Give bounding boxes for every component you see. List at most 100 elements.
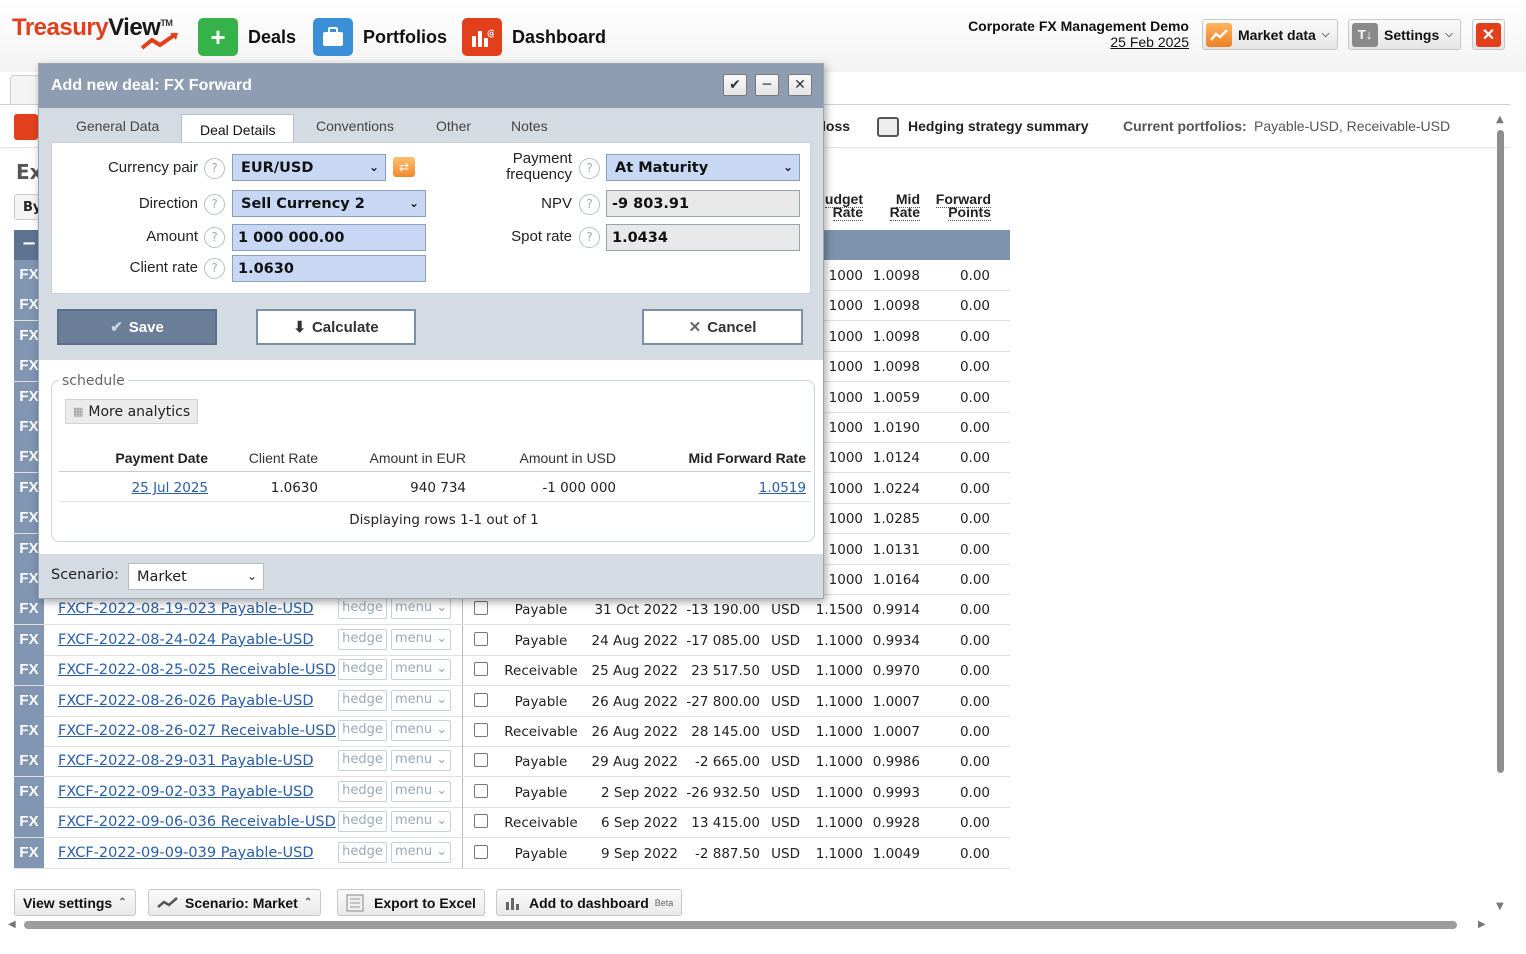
scenario-select[interactable]: Market ⌄ — [128, 563, 264, 590]
row-menu-button[interactable]: menu ⌄ — [391, 720, 451, 741]
more-analytics-button[interactable]: ▦ More analytics — [65, 399, 199, 424]
deal-name-link[interactable]: FXCF-2022-08-19-023 Payable-USD — [58, 601, 314, 617]
hedge-button[interactable]: hedge — [338, 780, 387, 802]
save-button[interactable]: ✔ Save — [57, 309, 217, 345]
settings-button[interactable]: T↓ Settings ⌵ — [1348, 19, 1461, 50]
scroll-left-arrow[interactable]: ◀ — [8, 919, 16, 930]
deal-name-link[interactable]: FXCF-2022-09-02-033 Payable-USD — [58, 784, 314, 800]
hedge-button[interactable]: hedge — [338, 659, 387, 681]
row-menu-button[interactable]: menu ⌄ — [391, 750, 451, 772]
payment-date-link[interactable]: 25 Jul 2025 — [132, 480, 208, 496]
deal-name-link[interactable]: FXCF-2022-09-06-036 Receivable-USD — [58, 814, 336, 830]
scroll-down-arrow[interactable]: ▼ — [1496, 901, 1504, 912]
help-icon[interactable]: ? — [579, 194, 600, 215]
schedule-amount-eur: 940 734 — [410, 480, 466, 496]
deal-name-link[interactable]: FXCF-2022-08-25-025 Receivable-USD — [58, 662, 336, 678]
minimize-window-button[interactable]: ─ — [755, 74, 779, 96]
hedge-button[interactable]: hedge — [338, 841, 387, 863]
loss-link[interactable]: loss — [822, 118, 850, 134]
tab-deal-details[interactable]: Deal Details — [181, 114, 295, 143]
col-mid-rate[interactable]: Mid Rate — [880, 191, 920, 221]
row-menu-button[interactable]: menu ⌄ — [391, 628, 451, 650]
check-icon: ✔ — [110, 319, 123, 336]
column-divider — [462, 776, 463, 807]
date-cell: 9 Sep 2022 — [601, 845, 678, 862]
group-by-button[interactable]: By — [14, 194, 41, 220]
client-rate-input[interactable]: 1.0630 — [232, 255, 426, 282]
row-menu-button[interactable]: menu ⌄ — [391, 811, 451, 833]
payment-frequency-label: Payment frequency — [506, 150, 572, 183]
nav-portfolios[interactable]: Portfolios — [313, 18, 447, 56]
table-row: FX FXCF-2022-08-25-025 Receivable-USD hedg… — [14, 655, 1010, 687]
horizontal-scrollbar[interactable] — [24, 921, 1457, 929]
export-excel-button[interactable]: Export to Excel — [337, 889, 485, 916]
mid-rate-cell: 1.0098 — [872, 359, 920, 376]
forward-points-cell: 0.00 — [959, 268, 990, 284]
nav-deals[interactable]: + Deals — [198, 18, 296, 56]
amount-cell: 13 415.00 — [691, 815, 760, 832]
help-icon[interactable]: ? — [204, 158, 225, 179]
swap-currency-icon[interactable]: ⇄ — [393, 157, 415, 177]
hedge-button[interactable]: hedge — [338, 750, 387, 772]
deal-name-link[interactable]: FXCF-2022-08-29-031 Payable-USD — [58, 753, 314, 769]
help-icon[interactable]: ? — [579, 227, 600, 248]
deal-name-link[interactable]: FXCF-2022-08-26-026 Payable-USD — [58, 693, 314, 709]
payment-frequency-select[interactable]: At Maturity ⌄ — [606, 154, 800, 181]
mid-rate-cell: 1.0098 — [872, 298, 920, 315]
nav-dashboard[interactable]: @ Dashboard — [462, 18, 606, 56]
scroll-right-arrow[interactable]: ▶ — [1478, 919, 1486, 930]
deal-name-link[interactable]: FXCF-2022-08-26-027 Receivable-USD — [58, 723, 336, 739]
row-menu-button[interactable]: menu ⌄ — [391, 780, 451, 802]
currency-cell: USD — [771, 632, 800, 649]
scenario-market-button[interactable]: Scenario: Market ⌃ — [148, 889, 322, 916]
help-icon[interactable]: ? — [204, 227, 225, 248]
tab-notes[interactable]: Notes — [511, 118, 548, 134]
hedge-button[interactable]: hedge — [338, 689, 387, 711]
row-menu-button[interactable]: menu ⌄ — [391, 598, 451, 620]
deal-name-link[interactable]: FXCF-2022-09-09-039 Payable-USD — [58, 845, 314, 861]
hedge-button[interactable]: hedge — [338, 811, 387, 833]
amount-input[interactable]: 1 000 000.00 — [232, 224, 426, 251]
market-data-button[interactable]: Market data ⌵ — [1202, 19, 1338, 50]
budget-rate-cell: 1.1500 — [815, 602, 863, 619]
direction-select[interactable]: Sell Currency 2 ⌄ — [232, 190, 426, 217]
vertical-scrollbar[interactable] — [1497, 130, 1504, 773]
hedge-button[interactable]: hedge — [338, 628, 387, 650]
hedge-button[interactable]: hedge — [338, 598, 387, 620]
help-icon[interactable]: ? — [204, 194, 225, 215]
current-date[interactable]: 25 Feb 2025 — [968, 34, 1189, 50]
close-window-button[interactable]: ✕ — [788, 74, 812, 96]
cancel-button[interactable]: ✕ Cancel — [642, 309, 803, 345]
row-menu-button[interactable]: menu ⌄ — [391, 841, 451, 863]
hedge-button[interactable]: hedge — [338, 720, 387, 741]
fx-badge: FX — [14, 837, 44, 868]
help-icon[interactable]: ? — [204, 258, 225, 279]
top-bar: TreasuryViewTM + Deals Portfolios @ Dash… — [0, 0, 1526, 72]
confirm-window-button[interactable]: ✔ — [723, 74, 747, 96]
dialog-title-bar[interactable]: Add new deal: FX Forward ✔ ─ ✕ — [39, 64, 823, 108]
tab-general-data[interactable]: General Data — [76, 118, 159, 134]
mid-rate-cell: 0.9914 — [872, 602, 920, 619]
scroll-up-arrow[interactable]: ▲ — [1496, 114, 1504, 125]
tab-other[interactable]: Other — [436, 118, 471, 134]
deal-name-link[interactable]: FXCF-2022-08-24-024 Payable-USD — [58, 632, 314, 648]
currency-pair-select[interactable]: EUR/USD ⌄ — [232, 154, 386, 181]
tab-conventions[interactable]: Conventions — [316, 118, 394, 134]
col-forward-points[interactable]: Forward Points — [928, 191, 991, 221]
row-menu-button[interactable]: menu ⌄ — [391, 689, 451, 711]
help-icon[interactable]: ? — [579, 158, 600, 179]
schedule-legend: schedule — [59, 373, 128, 389]
close-app-button[interactable]: ✕ — [1472, 19, 1505, 50]
hedging-strategy-summary-link[interactable]: Hedging strategy summary — [908, 118, 1089, 134]
mid-rate-cell: 1.0007 — [872, 724, 920, 740]
mid-forward-rate-link[interactable]: 1.0519 — [759, 480, 806, 496]
calculate-button[interactable]: ⬇ Calculate — [256, 309, 416, 345]
company-name: Corporate FX Management Demo — [968, 18, 1189, 34]
row-menu-button[interactable]: menu ⌄ — [391, 659, 451, 681]
amount-cell: -2 665.00 — [695, 754, 760, 771]
view-settings-button[interactable]: View settings ⌃ — [14, 889, 136, 916]
chevron-down-icon: ⌄ — [432, 630, 448, 646]
add-to-dashboard-button[interactable]: Add to dashboard Beta — [496, 889, 683, 916]
schedule-amount-usd: -1 000 000 — [542, 480, 616, 496]
chevron-down-icon: ⌄ — [408, 196, 419, 210]
